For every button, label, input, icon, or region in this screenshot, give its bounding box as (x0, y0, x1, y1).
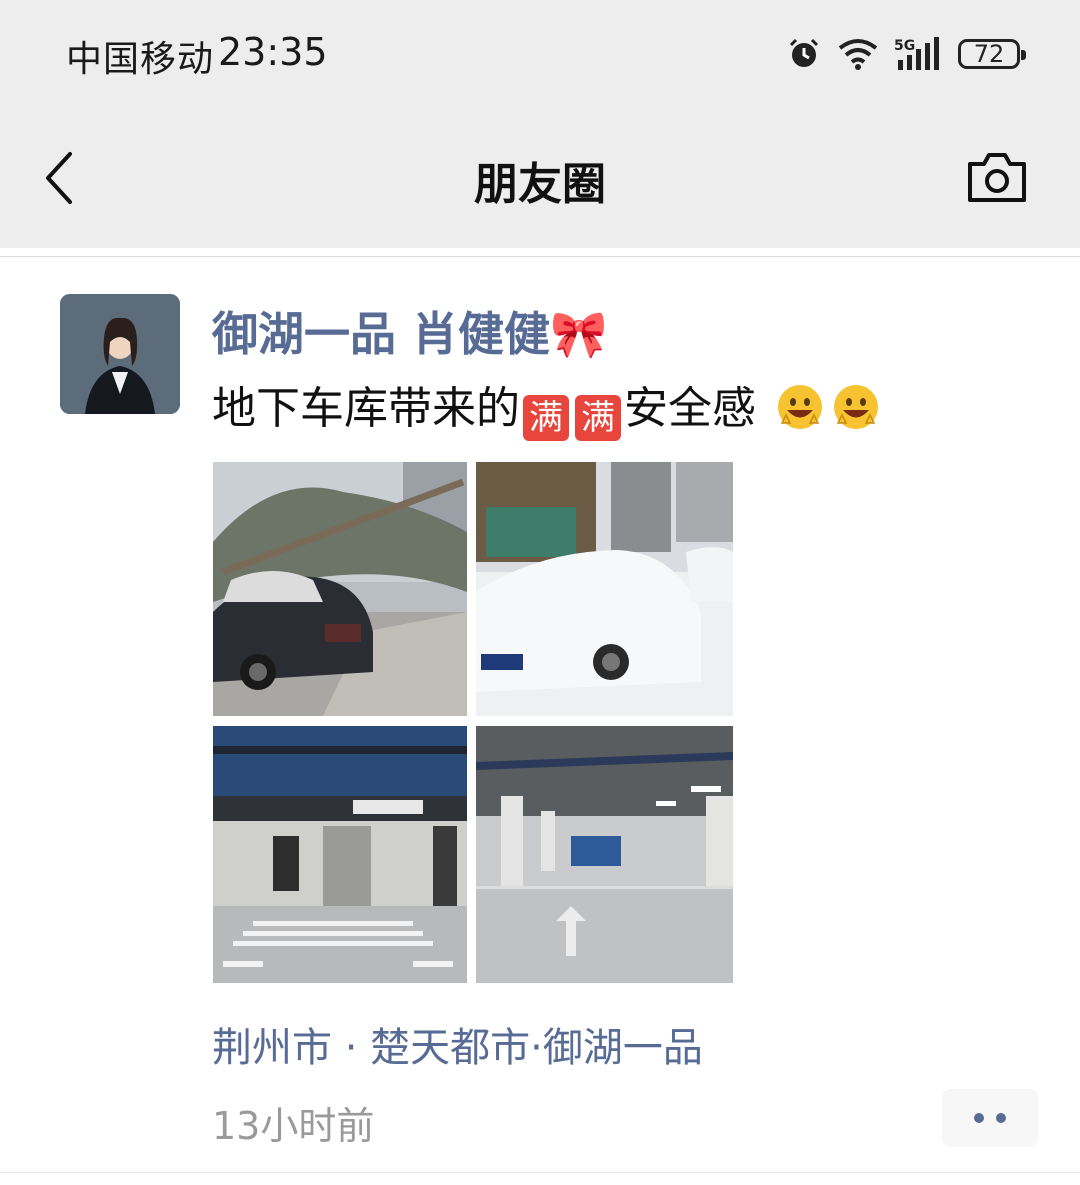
signal-5g-icon: 5G (894, 37, 939, 70)
post-author[interactable]: 御湖一品 肖健健🎀 (212, 298, 607, 364)
dot (974, 1113, 984, 1123)
divider (0, 256, 1080, 257)
underground-garage-lane-photo[interactable] (476, 726, 733, 983)
grinning-face-icon (778, 385, 822, 429)
full-badge-icon: 满 (575, 395, 621, 441)
full-badge-icon: 满 (523, 395, 569, 441)
more-dots-icon[interactable] (942, 1089, 1038, 1147)
underground-garage-entrance-photo[interactable] (213, 726, 467, 983)
wifi-icon (838, 39, 878, 70)
snow-covered-white-car-photo[interactable] (476, 462, 733, 716)
post-text-main: 地下车库带来的 (212, 383, 520, 434)
divider (0, 1172, 1080, 1173)
carrier-label: 中国移动 (66, 39, 215, 80)
dot (996, 1113, 1006, 1123)
header-bar: 中国移动 23:35 5G 72 朋友圈 (0, 0, 1080, 248)
post-text-after: 安全感 (624, 383, 756, 434)
network-label: 5G (894, 38, 915, 54)
alarm-icon (789, 38, 819, 67)
status-icons: 5G 72 (786, 34, 1026, 74)
post-text: 地下车库带来的满满安全感 (212, 372, 882, 441)
avatar[interactable] (60, 294, 180, 414)
post-time: 13小时前 (212, 1104, 375, 1148)
clock-label: 23:35 (218, 30, 328, 74)
grinning-face-icon (834, 385, 878, 429)
camera-icon[interactable] (966, 150, 1028, 204)
page-title: 朋友圈 (474, 159, 606, 210)
battery-icon: 72 (958, 39, 1026, 69)
battery-level: 72 (973, 40, 1005, 68)
snow-tree-fallen-on-car-photo[interactable] (213, 462, 467, 716)
post-location[interactable]: 荆州市 · 楚天都市·御湖一品 (212, 1015, 703, 1073)
avatar-portrait-image (60, 294, 180, 414)
